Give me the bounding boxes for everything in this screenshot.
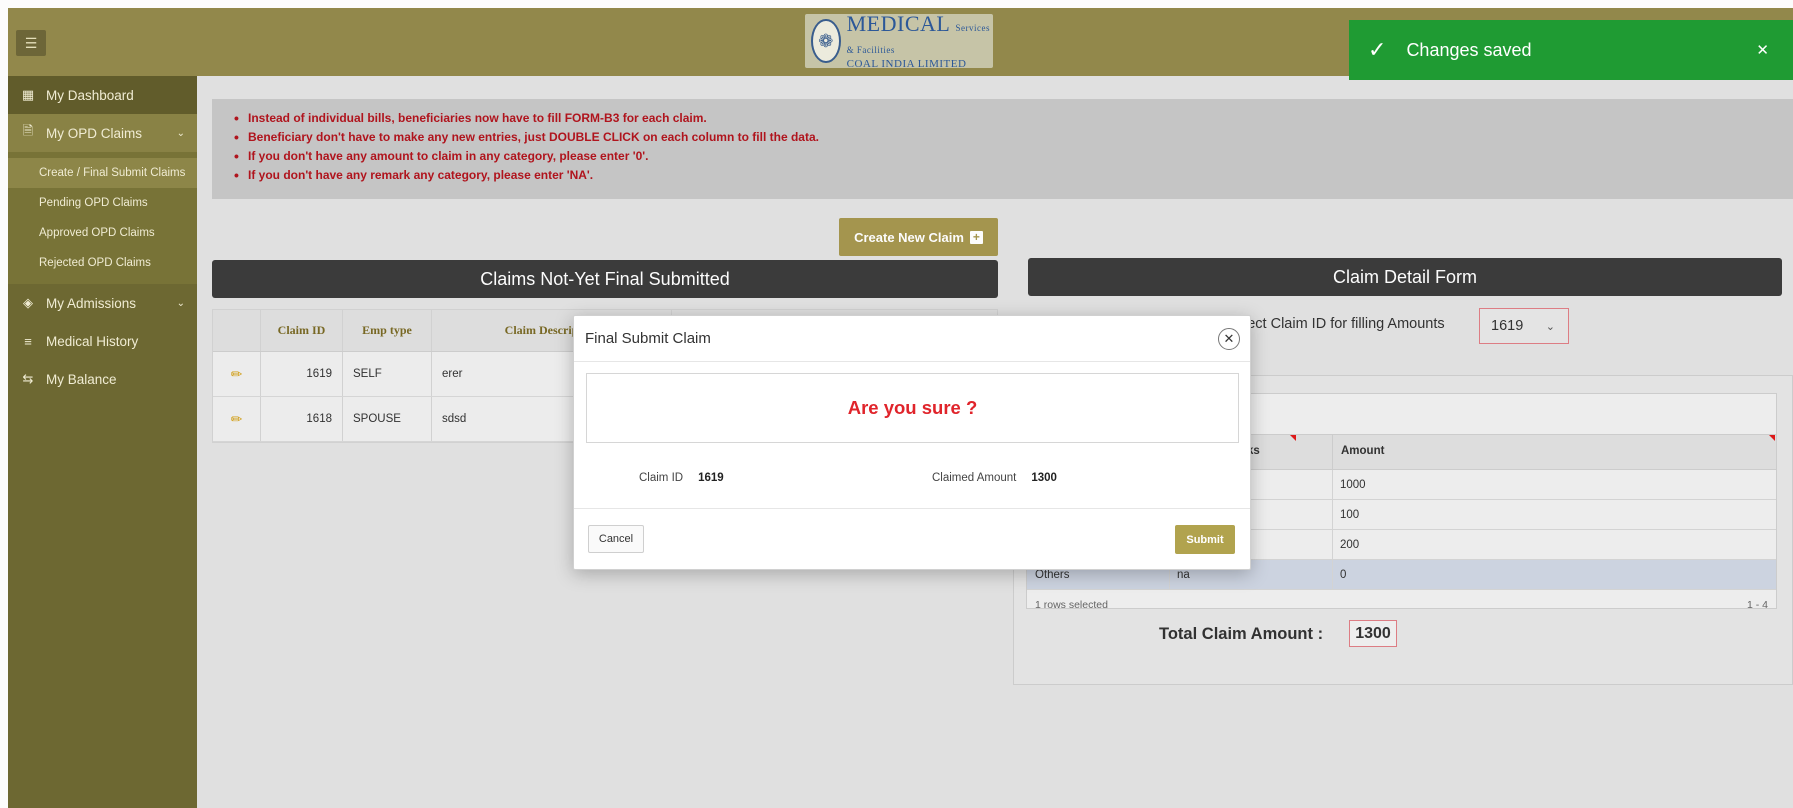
success-toast: ✓ Changes saved ✕: [1349, 20, 1793, 80]
toast-message: Changes saved: [1406, 39, 1532, 60]
submit-button[interactable]: Submit: [1175, 525, 1235, 554]
divider: [574, 508, 1250, 509]
claimed-amount-field: Claimed Amount 1300: [932, 472, 1057, 484]
close-icon[interactable]: ✕: [1756, 41, 1769, 59]
final-submit-modal: Final Submit Claim ✕ Are you sure ? Clai…: [573, 315, 1251, 570]
claimed-amount-label: Claimed Amount: [932, 472, 1017, 484]
cancel-button[interactable]: Cancel: [588, 525, 644, 553]
close-icon[interactable]: ✕: [1218, 328, 1240, 350]
divider: [574, 361, 1250, 362]
claim-id-field: Claim ID 1619: [639, 472, 724, 484]
check-icon: ✓: [1368, 37, 1387, 62]
claim-id-value: 1619: [698, 472, 724, 484]
modal-title: Final Submit Claim: [585, 330, 711, 347]
claim-id-label: Claim ID: [639, 472, 684, 484]
confirm-message: Are you sure ?: [586, 373, 1239, 443]
claimed-amount-value: 1300: [1031, 472, 1057, 484]
